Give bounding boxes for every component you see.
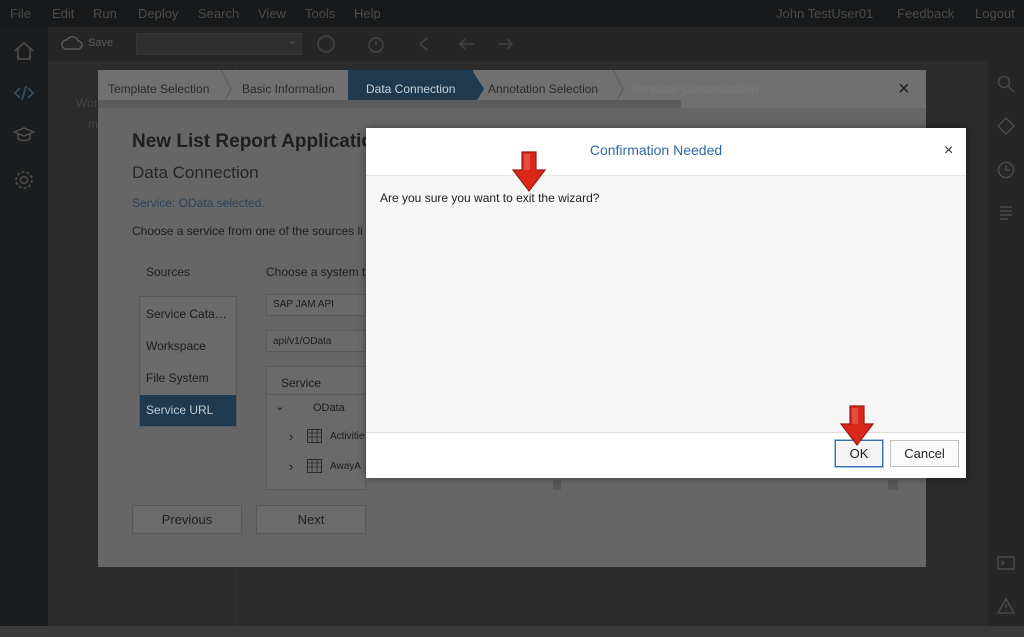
save-button[interactable]: Save — [88, 37, 113, 49]
menu-run[interactable]: Run — [93, 6, 117, 21]
chevron-down-icon: ⌄ — [288, 35, 298, 47]
wizard-title: New List Report Applicatio — [132, 131, 374, 152]
step-annotation-selection[interactable]: Annotation Selection — [488, 82, 598, 96]
menu-tools[interactable]: Tools — [305, 6, 335, 21]
source-file-system[interactable]: File System — [146, 371, 209, 385]
home-icon[interactable] — [12, 39, 36, 63]
code-icon[interactable] — [12, 81, 36, 105]
outline-icon[interactable] — [996, 203, 1016, 223]
menu-edit[interactable]: Edit — [52, 6, 74, 21]
run-icon[interactable] — [316, 34, 336, 54]
dialog-body — [366, 176, 966, 432]
service-table: Service ⌄ OData › Activitie › AwayA — [266, 366, 366, 490]
console-icon[interactable] — [996, 553, 1016, 573]
dialog-title: Confirmation Needed — [589, 142, 723, 158]
tree-row-activities[interactable]: Activitie — [330, 431, 364, 442]
dialog-message: Are you sure you want to exit the wizard… — [380, 191, 600, 205]
git-icon[interactable] — [996, 116, 1016, 136]
menu-bar: File Edit Run Deploy Search View Tools H… — [0, 0, 1024, 27]
chevron-down-icon[interactable]: ⌄ — [275, 400, 284, 413]
menu-search[interactable]: Search — [198, 6, 239, 21]
step-template-selection[interactable]: Template Selection — [108, 82, 209, 96]
menu-view[interactable]: View — [258, 6, 286, 21]
service-column-header: Service — [281, 376, 322, 390]
scrollbar[interactable] — [553, 480, 561, 490]
logout-link[interactable]: Logout — [975, 6, 1015, 21]
learning-icon[interactable] — [12, 123, 36, 147]
source-service-catalog[interactable]: Service Cata… — [146, 307, 227, 321]
tree-row-awaya[interactable]: AwayA — [330, 461, 361, 472]
entity-table-icon — [307, 459, 322, 473]
left-sidebar — [0, 27, 48, 626]
arrow-right-icon[interactable] — [496, 36, 514, 52]
menu-file[interactable]: File — [10, 6, 31, 21]
tree-child-label[interactable]: m — [88, 117, 98, 131]
sources-list: Service Cata… Workspace File System Serv… — [139, 296, 237, 427]
dialog-close-icon[interactable]: × — [944, 142, 953, 160]
wizard-status: Service: OData selected. — [132, 196, 265, 210]
back-icon[interactable] — [418, 36, 436, 52]
wizard-instruction: Choose a service from one of the sources… — [132, 224, 363, 238]
arrow-down-annotation-icon — [511, 151, 547, 192]
menu-deploy[interactable]: Deploy — [138, 6, 178, 21]
settings-gear-icon[interactable] — [12, 168, 36, 192]
source-workspace[interactable]: Workspace — [146, 339, 206, 353]
system-select[interactable]: SAP JAM API — [266, 294, 366, 316]
step-template-customization[interactable]: Template Customization — [630, 82, 758, 96]
wizard-subtitle: Data Connection — [132, 163, 259, 182]
system-label: Choose a system t — [266, 265, 366, 279]
feedback-link[interactable]: Feedback — [897, 6, 954, 21]
entity-table-icon — [307, 429, 322, 443]
menu-help[interactable]: Help — [354, 6, 381, 21]
sources-label: Sources — [146, 265, 191, 279]
service-path-input[interactable]: api/v1/OData — [266, 330, 366, 352]
arrow-down-annotation-icon — [839, 405, 875, 446]
problems-icon[interactable] — [996, 596, 1016, 616]
step-basic-information[interactable]: Basic Information — [242, 82, 335, 96]
timer-icon[interactable] — [366, 34, 386, 54]
chevron-right-icon[interactable]: › — [289, 459, 293, 474]
run-config-select[interactable] — [136, 33, 302, 55]
chevron-right-icon[interactable]: › — [289, 429, 293, 444]
right-sidebar — [988, 61, 1024, 626]
wizard-close-icon[interactable]: × — [898, 78, 910, 101]
history-icon[interactable] — [996, 160, 1016, 180]
search-icon[interactable] — [996, 74, 1016, 94]
next-button[interactable]: Next — [256, 505, 366, 534]
source-service-url[interactable]: Service URL — [140, 395, 236, 426]
toolbar: Save ⌄ — [48, 27, 1024, 61]
cancel-button[interactable]: Cancel — [890, 440, 959, 467]
cloud-save-icon[interactable] — [60, 34, 84, 52]
tree-row-odata[interactable]: OData — [313, 402, 345, 414]
scrollbar[interactable] — [888, 480, 898, 490]
wizard-progress — [98, 100, 681, 108]
arrow-left-icon[interactable] — [458, 36, 476, 52]
previous-button[interactable]: Previous — [132, 505, 242, 534]
status-bar — [0, 626, 1024, 637]
user-name[interactable]: John TestUser01 — [776, 6, 873, 21]
header-divider — [267, 394, 365, 395]
tree-root-label[interactable]: Wor — [76, 96, 98, 110]
